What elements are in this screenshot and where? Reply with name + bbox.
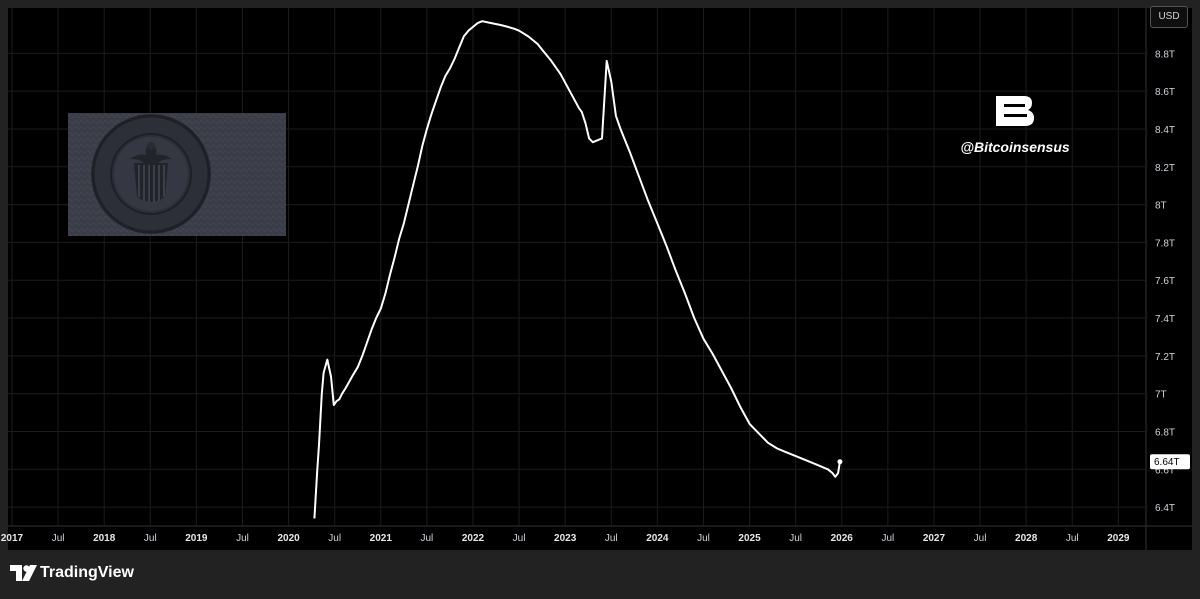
y-tick-label: 7.8T: [1155, 238, 1175, 249]
x-tick-label: Jul: [52, 533, 65, 544]
x-tick-label: Jul: [513, 533, 526, 544]
x-tick-label: 2024: [646, 533, 669, 544]
currency-selector-button[interactable]: USD: [1150, 6, 1188, 28]
last-value-badge: 6.64T: [1150, 454, 1190, 470]
footer-bar: [0, 550, 1200, 599]
chart-root: 6.4T 6.6T 6.8T 7T 7.2T 7.4T 7.6T 7.8T 8T 8.2T 8.4T…: [0, 0, 1200, 599]
tradingview-logo-icon[interactable]: [10, 565, 38, 581]
chart-plot-background: [8, 8, 1146, 526]
x-tick-label: 2021: [370, 533, 393, 544]
x-tick-label: 2022: [462, 533, 485, 544]
x-tick-label: Jul: [420, 533, 433, 544]
x-tick-label: 2026: [831, 533, 854, 544]
x-tick-label: Jul: [605, 533, 618, 544]
price-axis-background: [1146, 8, 1192, 526]
y-tick-label: 7.4T: [1155, 314, 1175, 325]
x-tick-label: Jul: [144, 533, 157, 544]
y-tick-label: 6.4T: [1155, 503, 1175, 514]
x-tick-label: Jul: [236, 533, 249, 544]
x-tick-label: Jul: [328, 533, 341, 544]
x-tick-label: 2023: [554, 533, 577, 544]
x-tick-label: Jul: [1066, 533, 1079, 544]
x-tick-label: 2029: [1107, 533, 1130, 544]
x-tick-label: 2018: [93, 533, 116, 544]
y-tick-label: 8.6T: [1155, 87, 1175, 98]
x-tick-label: 2027: [923, 533, 946, 544]
y-tick-label: 7T: [1155, 390, 1167, 401]
chart-svg: 6.4T6.6T6.8T7T7.2T7.4T7.6T7.8T8T8.2T8.4T…: [1, 8, 1192, 550]
x-tick-label: 2019: [185, 533, 208, 544]
last-value-label: 6.64T: [1154, 457, 1180, 468]
x-tick-label: 2025: [738, 533, 761, 544]
x-tick-label: 2017: [1, 533, 24, 544]
x-tick-label: 2028: [1015, 533, 1038, 544]
brand-handle: @Bitcoinsensus: [960, 139, 1070, 155]
x-tick-label: Jul: [789, 533, 802, 544]
y-tick-label: 8T: [1155, 201, 1167, 212]
y-tick-label: 8.8T: [1155, 49, 1175, 60]
y-tick-label: 6.8T: [1155, 427, 1175, 438]
tradingview-brand-name[interactable]: TradingView: [40, 564, 134, 582]
x-tick-label: Jul: [974, 533, 987, 544]
federal-reserve-seal-icon: [68, 113, 286, 236]
last-point-marker: [837, 459, 843, 465]
y-tick-label: 7.6T: [1155, 276, 1175, 287]
x-tick-label: Jul: [881, 533, 894, 544]
x-tick-label: 2020: [277, 533, 300, 544]
y-tick-label: 8.4T: [1155, 125, 1175, 136]
y-tick-label: 8.2T: [1155, 163, 1175, 174]
y-tick-label: 7.2T: [1155, 352, 1175, 363]
bitcoinsensus-b-logo-icon: [996, 96, 1034, 126]
x-tick-label: Jul: [697, 533, 710, 544]
